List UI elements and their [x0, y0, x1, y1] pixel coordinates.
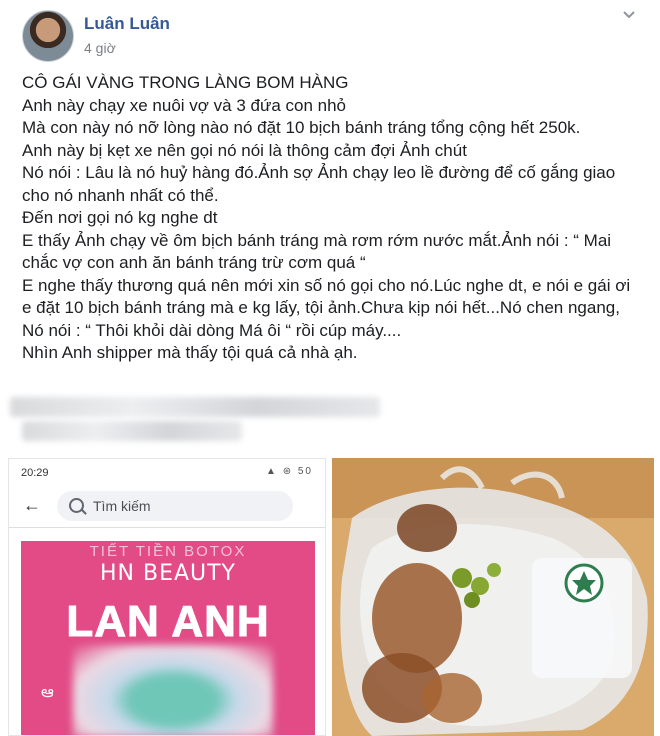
- post-line: CÔ GÁI VÀNG TRONG LÀNG BOM HÀNG: [22, 73, 349, 92]
- search-input: Tìm kiếm: [57, 491, 293, 521]
- status-time: 20:29: [21, 467, 49, 479]
- post-line: E nghe thấy thương quá nên mới xin số nó…: [22, 275, 635, 340]
- blurred-text: [10, 397, 380, 417]
- blurred-avatar: [73, 645, 273, 735]
- post-text: CÔ GÁI VÀNG TRONG LÀNG BOM HÀNG Anh này …: [22, 72, 642, 365]
- post-line: Mà con này nó nỡ lòng nào nó đặt 10 bịch…: [22, 118, 581, 137]
- search-row: ← Tìm kiếm: [9, 487, 325, 527]
- profile-cover: TIẾT TIỀN BOTOX HN BEAUTY LAN ANH ఆ: [21, 541, 315, 735]
- search-placeholder: Tìm kiếm: [93, 498, 151, 514]
- cover-brand: HN BEAUTY: [99, 561, 236, 586]
- facebook-post: Luân Luân 4 giờ CÔ GÁI VÀNG TRONG LÀNG B…: [0, 0, 660, 736]
- post-line: Đến nơi gọi nó kg nghe dt: [22, 208, 218, 227]
- phone-status-bar: 20:29 ▲ ⊛ 50: [9, 459, 325, 487]
- status-icons: ▲ ⊛ 50: [266, 466, 313, 477]
- post-photo-screenshot[interactable]: 20:29 ▲ ⊛ 50 ← Tìm kiếm TIẾT TIỀN BOTOX …: [8, 458, 326, 736]
- blurred-text: [22, 421, 242, 441]
- post-photo-bag[interactable]: [332, 458, 654, 736]
- post-line: Anh này bị kẹt xe nên gọi nó nói là thôn…: [22, 140, 467, 160]
- post-time[interactable]: 4 giờ: [84, 40, 116, 56]
- avatar[interactable]: [22, 10, 74, 62]
- post-line: Nó nói : Lâu là nó huỷ hàng đó.Ảnh sợ Ản…: [22, 163, 620, 205]
- decoration-icon: ఆ: [41, 684, 54, 701]
- post-line: Nhìn Anh shipper mà thấy tội quá cả nhà …: [22, 343, 358, 362]
- cover-name: LAN ANH: [66, 597, 270, 647]
- author-name[interactable]: Luân Luân: [84, 14, 170, 34]
- search-icon: [69, 498, 84, 513]
- divider: [9, 527, 325, 528]
- cover-top-text: TIẾT TIỀN BOTOX: [89, 543, 247, 560]
- post-line: Anh này chạy xe nuôi vợ và 3 đứa con nhỏ: [22, 95, 347, 115]
- post-line: E thấy Ảnh chạy về ôm bịch bánh tráng mà…: [22, 230, 616, 273]
- back-arrow-icon: ←: [23, 495, 41, 515]
- chevron-down-icon[interactable]: [620, 8, 638, 26]
- bag-photo-illustration: [332, 458, 654, 736]
